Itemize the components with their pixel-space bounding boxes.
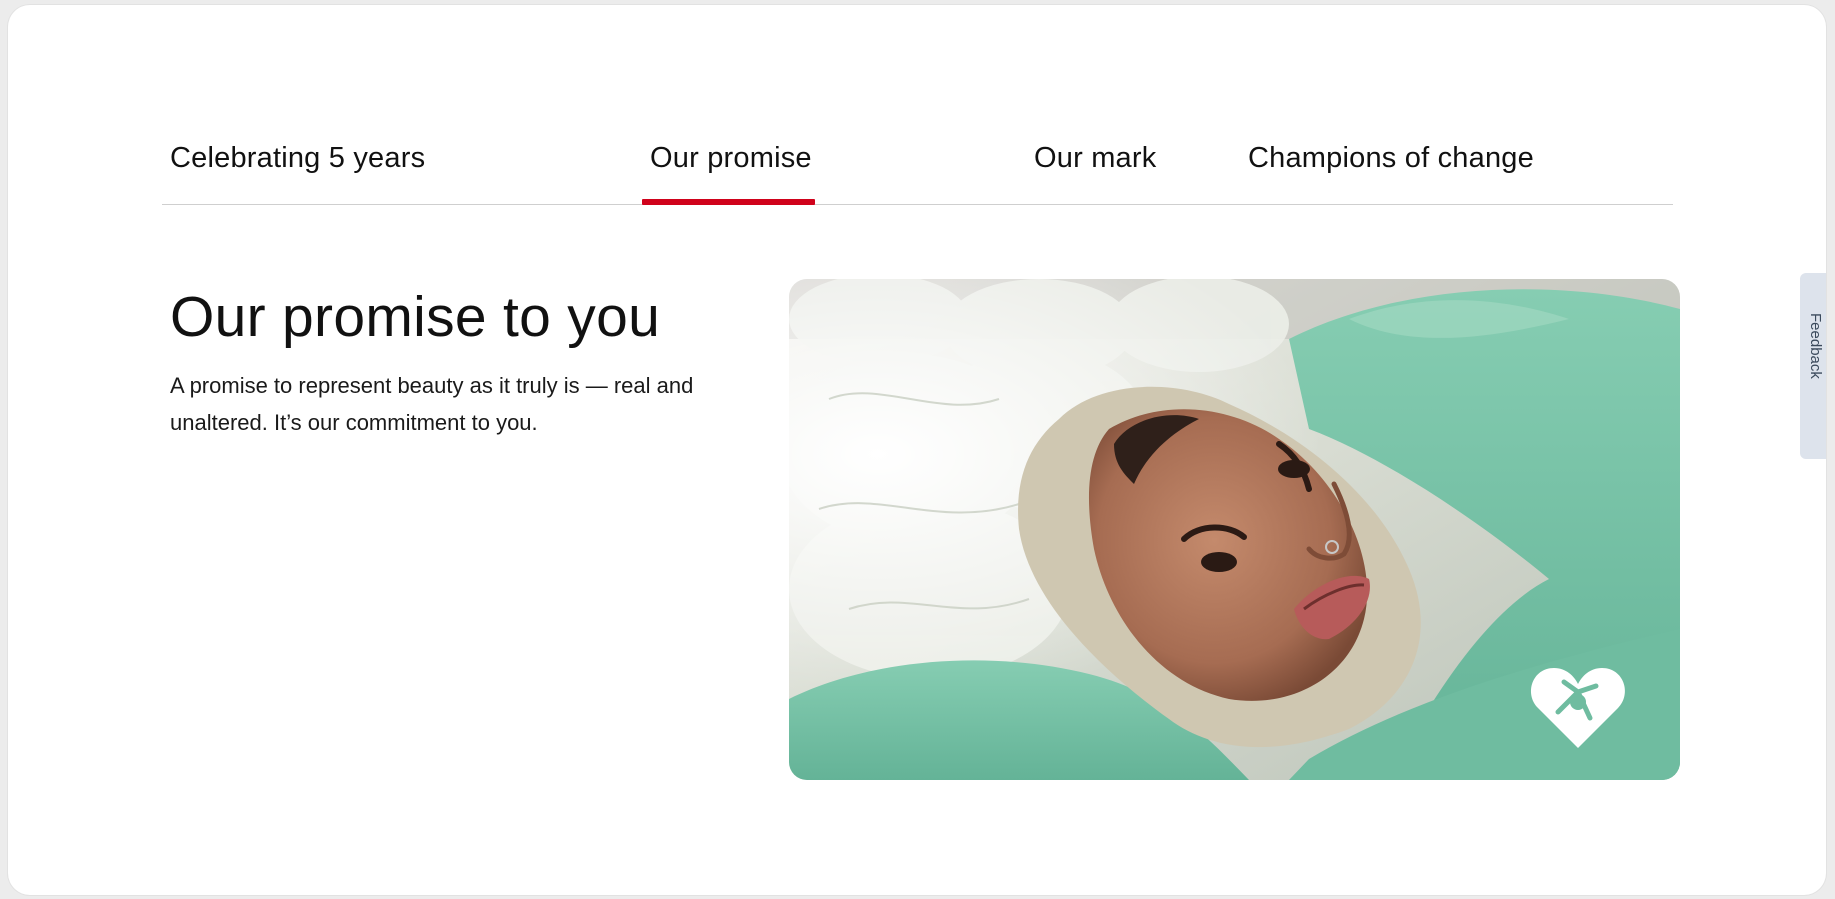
feedback-tab[interactable]: Feedback (1800, 273, 1826, 459)
tab-celebrating-5-years[interactable]: Celebrating 5 years (170, 138, 425, 178)
section-tabs: Celebrating 5 years Our promise Our mark… (162, 116, 1673, 206)
tabs-divider (162, 204, 1673, 205)
tab-our-promise[interactable]: Our promise (650, 138, 812, 178)
section-headline: Our promise to you (170, 285, 661, 349)
feedback-label: Feedback (1807, 313, 1824, 379)
tab-champions-of-change[interactable]: Champions of change (1248, 138, 1534, 178)
page-frame: Celebrating 5 years Our promise Our mark… (8, 5, 1826, 895)
hero-image (789, 279, 1680, 780)
tab-our-mark[interactable]: Our mark (1034, 138, 1156, 178)
section-description: A promise to represent beauty as it trul… (170, 373, 694, 435)
active-tab-indicator (642, 199, 815, 205)
